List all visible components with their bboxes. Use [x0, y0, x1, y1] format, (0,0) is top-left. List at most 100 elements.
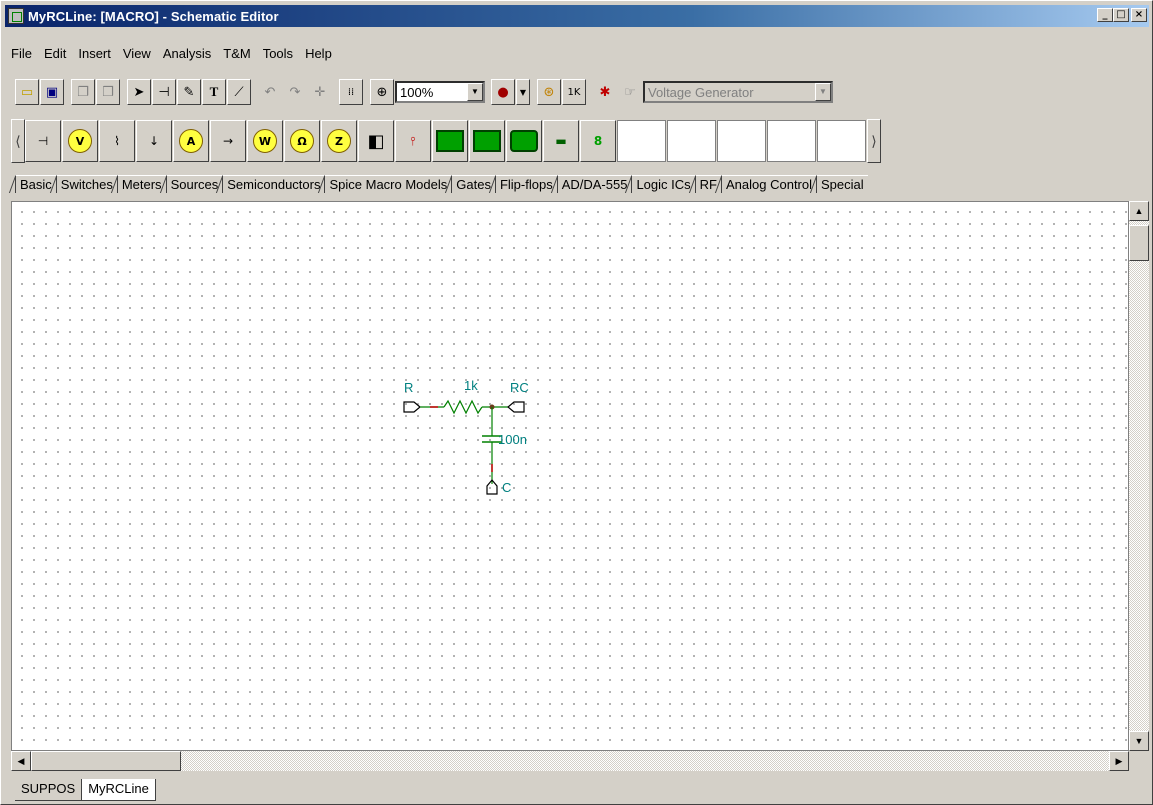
- pen-button[interactable]: ✎: [177, 79, 201, 105]
- tab-switches[interactable]: Switches: [55, 175, 117, 193]
- app-icon[interactable]: [8, 8, 24, 24]
- wattmeter-icon: W: [253, 129, 277, 153]
- horizontal-scrollbar[interactable]: ◀ ▶: [11, 751, 1129, 771]
- zoom-button[interactable]: ⊕: [370, 79, 394, 105]
- tab-ad-da-555[interactable]: AD/DA-555: [556, 175, 632, 193]
- terminal-rc[interactable]: [507, 401, 525, 413]
- palette-item-seven-segment[interactable]: 8: [580, 120, 616, 162]
- menu-tools[interactable]: Tools: [257, 46, 299, 61]
- graphics-button[interactable]: ⟋: [227, 79, 251, 105]
- copy-button[interactable]: ❐: [71, 79, 95, 105]
- arrow-down-icon: ↓: [148, 134, 160, 148]
- palette-item-wattmeter[interactable]: W: [247, 120, 283, 162]
- terminal-c-label: C: [502, 480, 512, 495]
- vertical-scroll-thumb[interactable]: [1129, 225, 1149, 261]
- scroll-right-button[interactable]: ▶: [1109, 751, 1129, 771]
- pen-icon: ✎: [183, 84, 195, 100]
- undo-button[interactable]: ↶: [258, 79, 282, 105]
- zoom-select[interactable]: 100% ▼: [395, 81, 485, 103]
- paste-button[interactable]: ❒: [96, 79, 120, 105]
- resistor[interactable]: [443, 399, 483, 415]
- menu-tm[interactable]: T&M: [217, 46, 256, 61]
- ammeter-icon: A: [179, 129, 203, 153]
- grid-button[interactable]: ⁞⁞: [339, 79, 363, 105]
- arrow-right-icon: →: [222, 134, 234, 148]
- menu-view[interactable]: View: [117, 46, 157, 61]
- terminal-r[interactable]: [403, 401, 421, 413]
- text-button[interactable]: T: [202, 79, 226, 105]
- tab-flip-flops[interactable]: Flip-flops: [494, 175, 557, 193]
- tab-spice-macro-models[interactable]: Spice Macro Models: [324, 175, 452, 193]
- palette-item-voltage-probe[interactable]: ⌇: [99, 120, 135, 162]
- close-button[interactable]: ×: [1131, 8, 1147, 22]
- crosshair-button[interactable]: ✛: [308, 79, 332, 105]
- folder-icon: ▭: [20, 84, 34, 100]
- palette-empty-slot: [767, 120, 816, 162]
- palette-item-current-arrow[interactable]: ↓: [136, 120, 172, 162]
- select-button[interactable]: ➤: [127, 79, 151, 105]
- palette-item-logic-probe[interactable]: ⫯: [395, 120, 431, 162]
- wire-icon: ⊣: [158, 84, 170, 100]
- schematic-canvas[interactable]: R 1k RC 100n C: [11, 201, 1129, 751]
- main-window: MyRCLine: [MACRO] - Schematic Editor _ □…: [0, 0, 1153, 805]
- arrow-right-icon: ▶: [1115, 755, 1123, 766]
- tab-sources[interactable]: Sources: [165, 175, 223, 193]
- palette-item-signal-analyzer[interactable]: [469, 120, 505, 162]
- minimize-button[interactable]: _: [1097, 8, 1113, 22]
- palette-item-current-probe[interactable]: →: [210, 120, 246, 162]
- palette-scroll-right[interactable]: ⟩: [867, 119, 881, 163]
- palette-item-ground[interactable]: ⊣: [25, 120, 61, 162]
- tab-logic-ics[interactable]: Logic ICs: [631, 175, 695, 193]
- vertical-scrollbar[interactable]: ▲ ▼: [1129, 201, 1149, 751]
- menu-analysis[interactable]: Analysis: [157, 46, 217, 61]
- menu-edit[interactable]: Edit: [38, 46, 72, 61]
- palette-item-speaker[interactable]: ◧: [358, 120, 394, 162]
- palette-scroll-left[interactable]: ⟨: [11, 119, 25, 163]
- meter-probe-icon: ⊛: [543, 84, 555, 100]
- tab-gates[interactable]: Gates: [451, 175, 495, 193]
- tab-myrcline[interactable]: MyRCLine: [82, 779, 156, 801]
- meter-tool-button[interactable]: ⊛: [537, 79, 561, 105]
- schematic-drawing: [403, 399, 525, 495]
- scroll-left-button[interactable]: ◀: [11, 751, 31, 771]
- tab-semiconductors[interactable]: Semiconductors: [222, 175, 325, 193]
- palette-item-voltmeter[interactable]: V: [62, 120, 98, 162]
- generator-select[interactable]: Voltage Generator ▼: [643, 81, 833, 103]
- scroll-down-button[interactable]: ▼: [1129, 731, 1149, 751]
- tab-special[interactable]: Special: [816, 175, 868, 193]
- tab-analog-control[interactable]: Analog Control: [721, 175, 816, 193]
- diode-fault-icon: ✱: [599, 84, 611, 100]
- dc-dropdown-button[interactable]: ▼: [516, 79, 530, 105]
- seven-segment-icon: 8: [593, 134, 603, 148]
- wire-button[interactable]: ⊣: [152, 79, 176, 105]
- main-toolbar: ▭ ▣ ❐ ❒ ➤ ⊣ ✎ T ⟋ ↶ ↷ ✛ ⁞⁞ ⊕ 100% ▼ ● ▼ …: [15, 77, 833, 107]
- palette-item-ohmmeter[interactable]: Ω: [284, 120, 320, 162]
- dc-analysis-button[interactable]: ●: [491, 79, 515, 105]
- palette-item-multimeter[interactable]: ▬: [543, 120, 579, 162]
- menu-insert[interactable]: Insert: [72, 46, 117, 61]
- palette-item-spectrum-analyzer[interactable]: [506, 120, 542, 162]
- horizontal-scroll-thumb[interactable]: [31, 751, 181, 771]
- chevron-down-icon: ▼: [815, 83, 831, 101]
- arrow-left-icon: ◀: [17, 755, 25, 766]
- chevron-left-icon: ⟨: [15, 132, 21, 149]
- fault-button[interactable]: ✱: [593, 79, 617, 105]
- palette-item-ammeter[interactable]: A: [173, 120, 209, 162]
- tab-suppos[interactable]: SUPPOS: [15, 779, 83, 801]
- tab-meters[interactable]: Meters: [116, 175, 166, 193]
- menu-help[interactable]: Help: [299, 46, 338, 61]
- dc-icon: ●: [497, 84, 509, 100]
- menu-file[interactable]: File: [5, 46, 38, 61]
- hint-button[interactable]: ☞: [618, 79, 642, 105]
- save-button[interactable]: ▣: [40, 79, 64, 105]
- maximize-button[interactable]: □: [1113, 8, 1129, 22]
- scroll-up-button[interactable]: ▲: [1129, 201, 1149, 221]
- parameter-tool-button[interactable]: 1K: [562, 79, 586, 105]
- palette-item-oscilloscope[interactable]: [432, 120, 468, 162]
- palette-item-impedance-meter[interactable]: Z: [321, 120, 357, 162]
- ohmmeter-icon: Ω: [290, 129, 314, 153]
- component-value-icon: 1K: [567, 86, 581, 98]
- redo-button[interactable]: ↷: [283, 79, 307, 105]
- pointer-icon: ➤: [133, 84, 145, 100]
- open-file-button[interactable]: ▭: [15, 79, 39, 105]
